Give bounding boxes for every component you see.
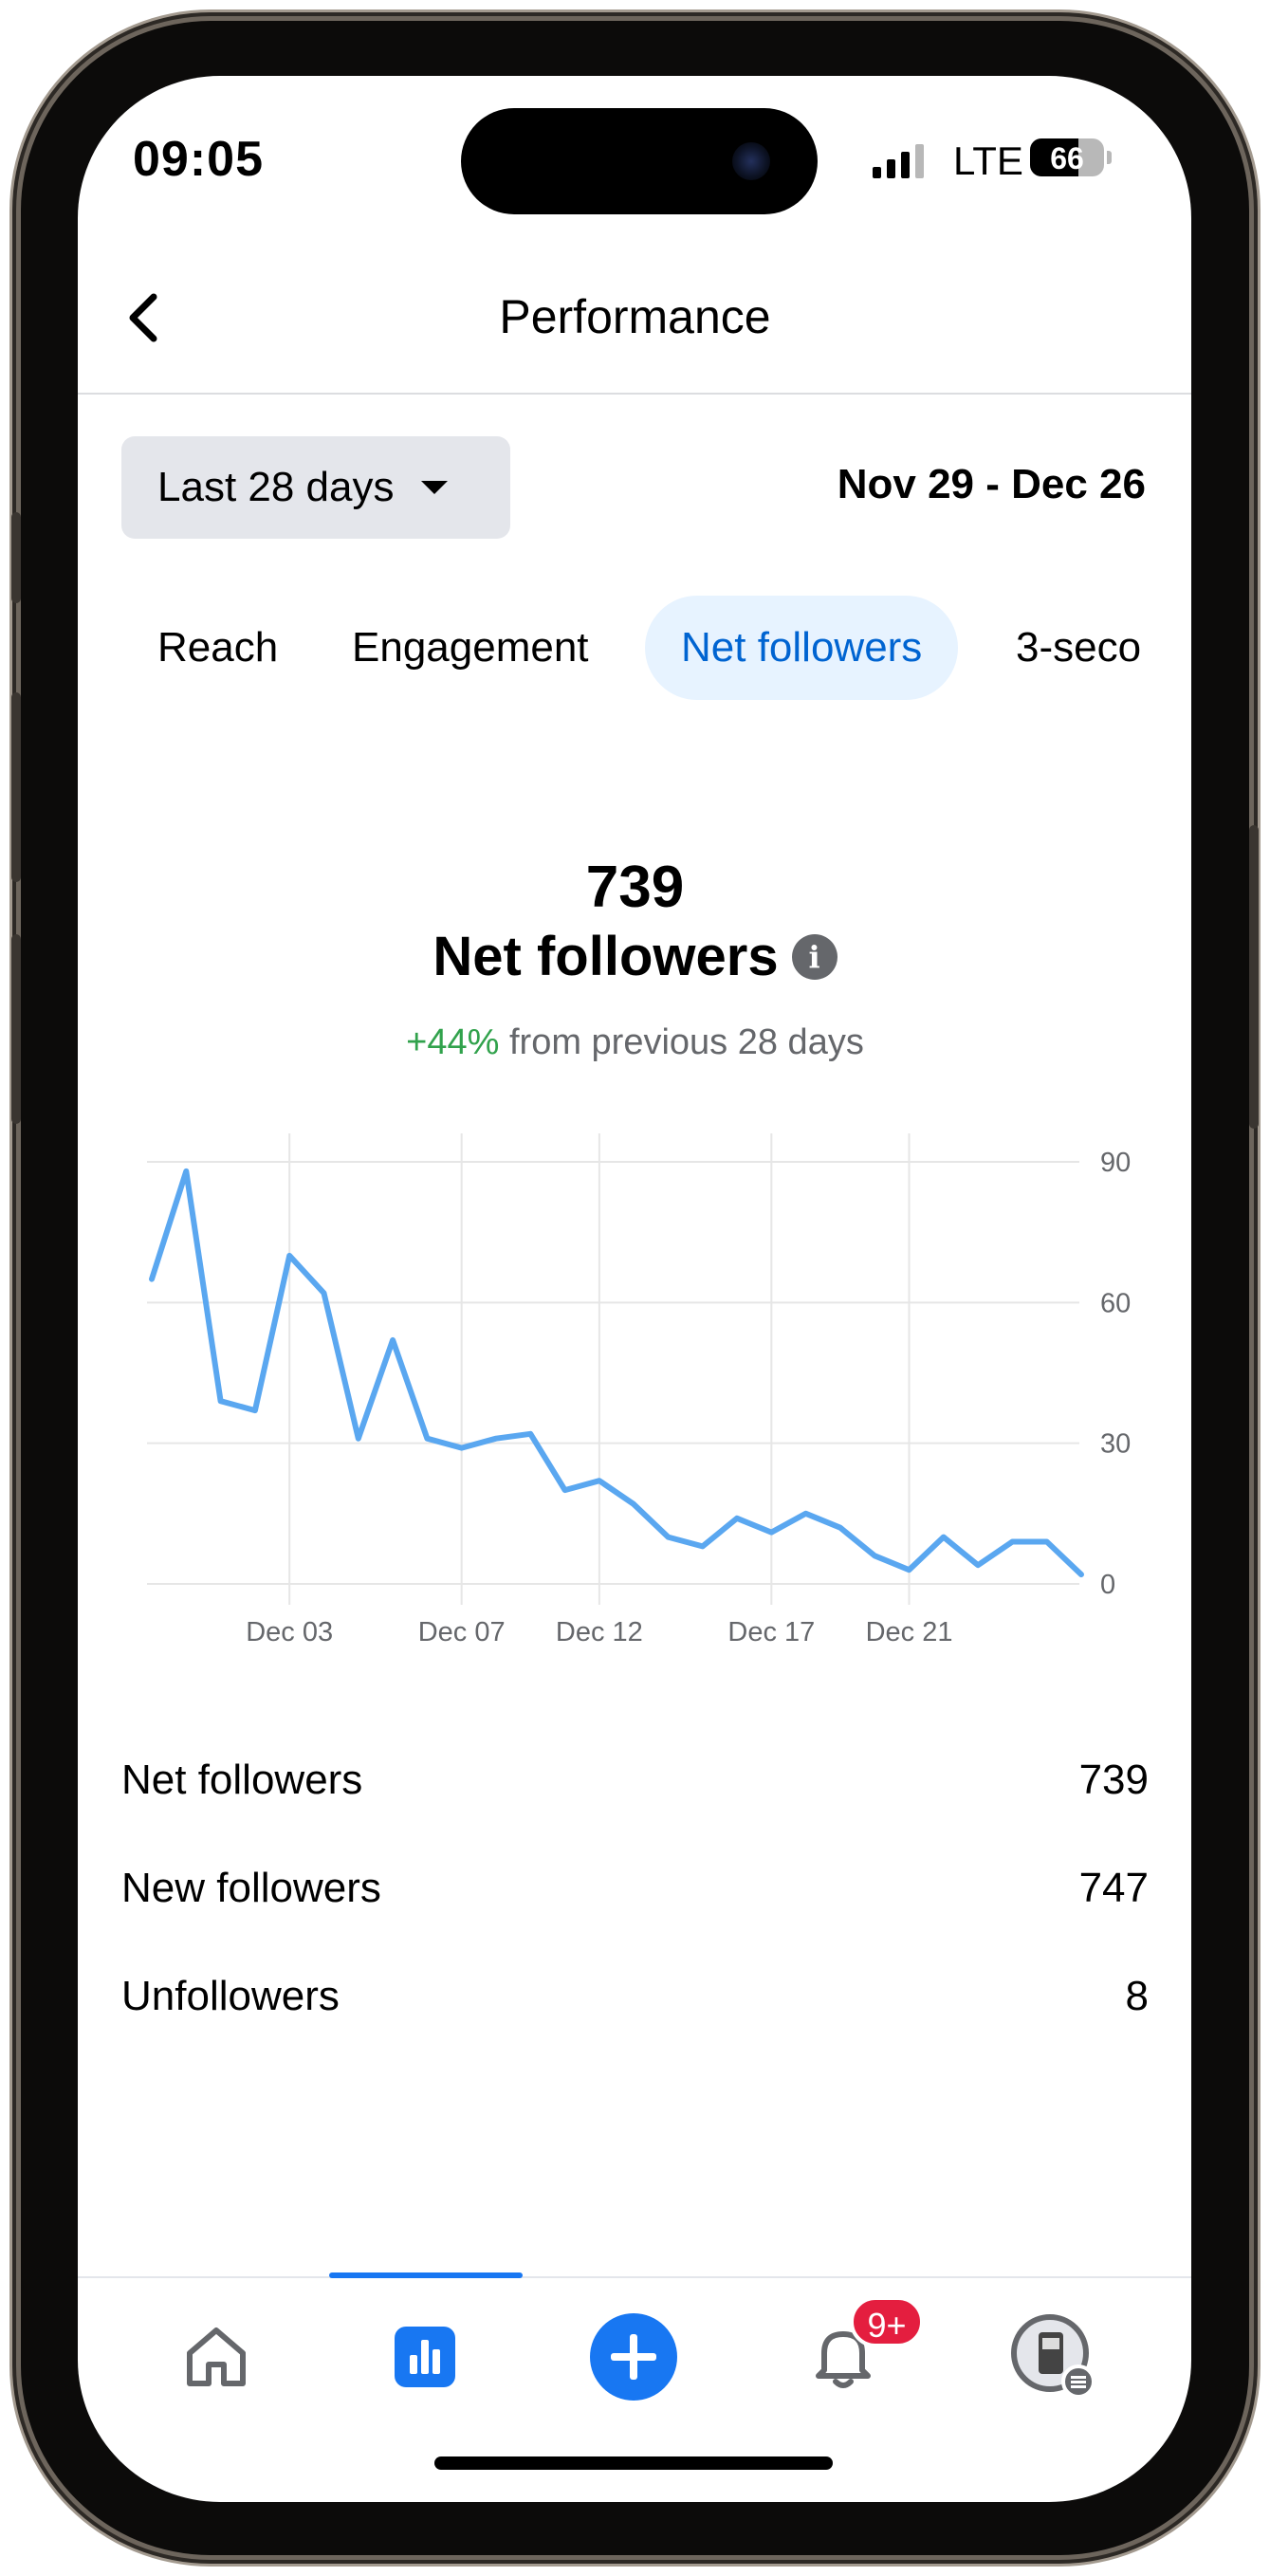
x-tick-label: Dec 12 [556,1617,643,1647]
y-tick-label: 60 [1100,1288,1131,1318]
home-icon [187,2328,246,2386]
profile-icon [1011,2314,1095,2399]
x-tick-label: Dec 03 [246,1617,333,1647]
active-tab-indicator [329,2272,523,2278]
x-tick-label: Dec 21 [866,1617,953,1647]
summary-row-net-followers: Net followers 739 [121,1726,1149,1834]
insights-icon [395,2327,455,2387]
summary-value: 739 [1078,1757,1149,1803]
nav-insights[interactable] [373,2305,477,2409]
home-indicator [434,2456,833,2470]
summary-label: Net followers [121,1757,363,1803]
summary-label: Unfollowers [121,1973,340,2019]
x-tick-label: Dec 07 [418,1617,506,1647]
x-tick-label: Dec 17 [727,1617,815,1647]
net-followers-chart: Dec 03 Dec 07 Dec 12 Dec 17 Dec 21 0 30 60 90 [147,1133,1131,1647]
create-icon [590,2313,677,2401]
nav-profile[interactable] [1002,2305,1106,2409]
summary-value: 8 [1125,1973,1149,2019]
nav-create[interactable] [581,2305,686,2409]
summary-list: Net followers 739 New followers 747 Unfo… [121,1726,1149,2051]
nav-home[interactable] [164,2305,268,2409]
summary-row-new-followers: New followers 747 [121,1834,1149,1942]
summary-label: New followers [121,1865,381,1911]
y-tick-label: 30 [1100,1429,1131,1460]
series-line [149,1168,1084,1578]
y-tick-label: 90 [1100,1148,1131,1178]
y-tick-label: 0 [1100,1570,1115,1600]
summary-row-unfollowers: Unfollowers 8 [121,1942,1149,2051]
notification-badge: 9+ [850,2296,924,2347]
summary-value: 747 [1078,1865,1149,1911]
nav-divider [78,2276,1191,2278]
